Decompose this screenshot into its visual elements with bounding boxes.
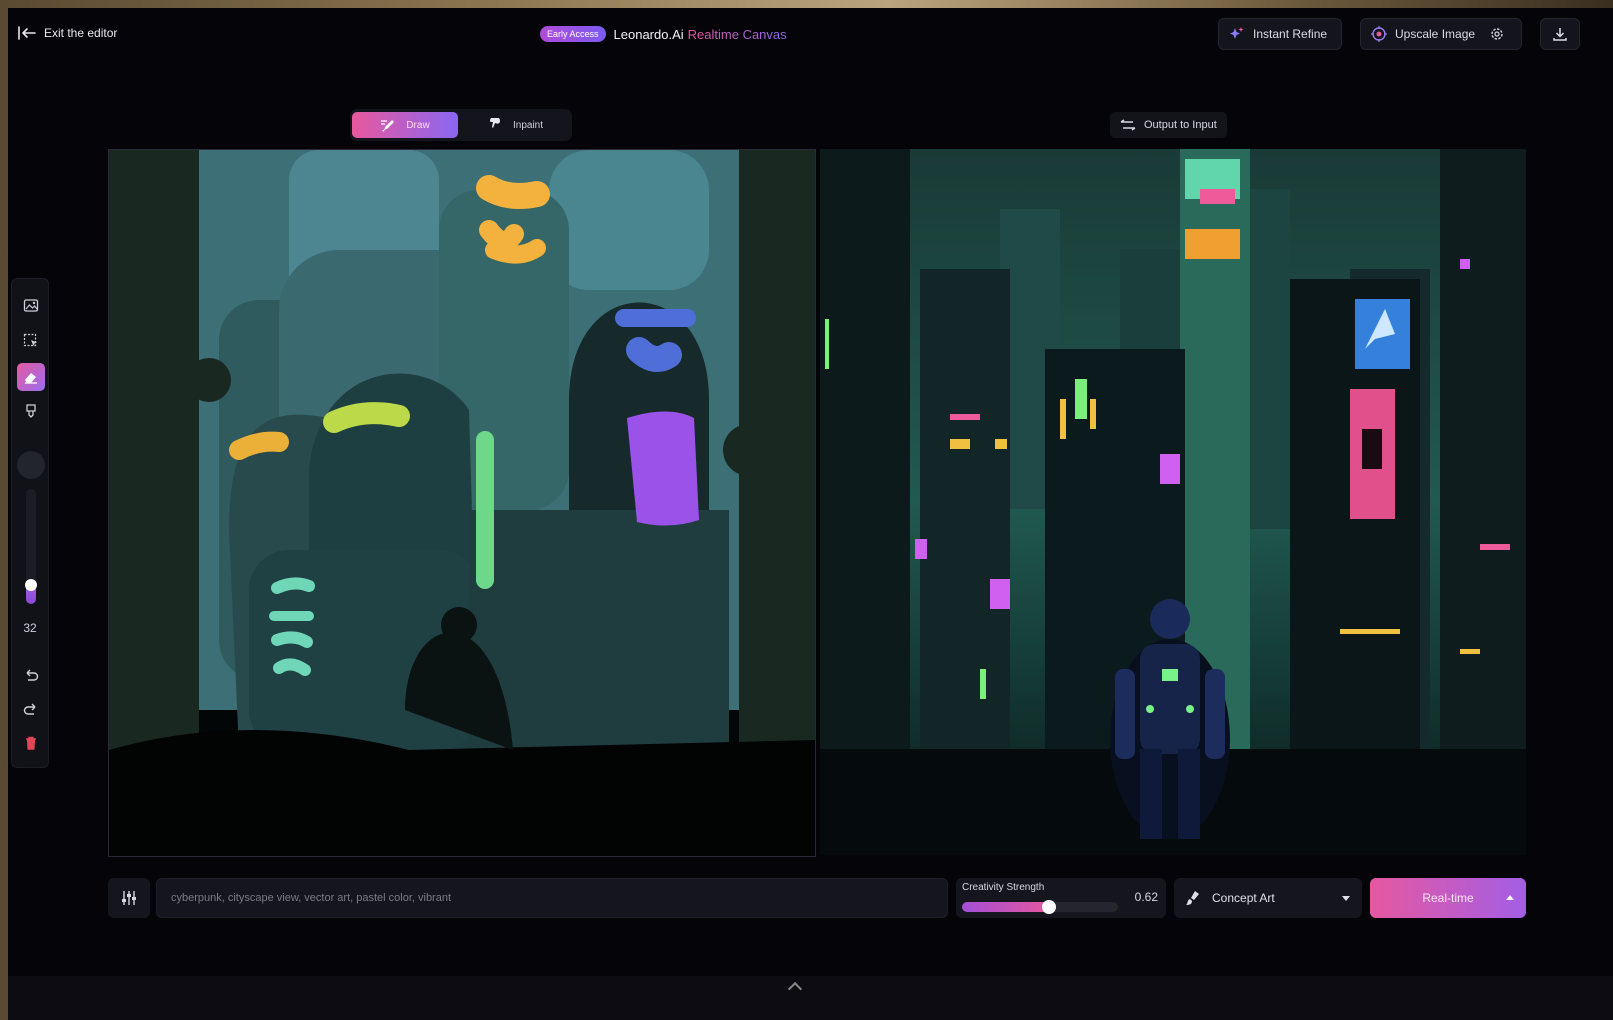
tab-draw[interactable]: Draw bbox=[352, 112, 458, 138]
instant-refine-label: Instant Refine bbox=[1253, 27, 1328, 41]
drawing-canvas[interactable] bbox=[108, 149, 816, 857]
output-to-input-label: Output to Input bbox=[1144, 119, 1217, 131]
app-title: Early Access Leonardo.Ai Realtime Canvas bbox=[540, 26, 787, 42]
redo-icon bbox=[23, 703, 36, 715]
paintbrush-icon bbox=[1186, 891, 1199, 905]
left-toolbar: 32 bbox=[11, 278, 49, 768]
brand-product: Realtime Canvas bbox=[687, 26, 787, 42]
exit-arrow-icon bbox=[18, 26, 36, 40]
download-button[interactable] bbox=[1540, 18, 1580, 50]
swap-arrows-icon bbox=[1120, 119, 1136, 131]
tool-eraser-brush[interactable] bbox=[17, 363, 45, 391]
creativity-strength-slider[interactable] bbox=[962, 900, 1118, 914]
redo-button[interactable] bbox=[17, 695, 45, 723]
exit-editor-button[interactable]: Exit the editor bbox=[18, 26, 117, 40]
undo-button[interactable] bbox=[17, 661, 45, 689]
brush-icon bbox=[381, 120, 395, 132]
cyberpunk-city-artwork bbox=[820, 149, 1526, 855]
app-window: Exit the editor Early Access Leonardo.Ai… bbox=[8, 8, 1613, 1020]
trash-icon bbox=[26, 736, 36, 750]
tab-inpaint[interactable]: Inpaint bbox=[462, 112, 568, 138]
brush-size-value: 32 bbox=[23, 621, 37, 635]
brush-preview bbox=[17, 451, 45, 479]
instant-refine-button[interactable]: Instant Refine bbox=[1218, 18, 1342, 50]
sliders-icon bbox=[122, 891, 136, 905]
early-access-badge: Early Access bbox=[540, 26, 606, 42]
tool-image-upload[interactable] bbox=[17, 291, 45, 319]
download-icon bbox=[1553, 28, 1567, 41]
output-to-input-button[interactable]: Output to Input bbox=[1110, 112, 1227, 138]
sketch-artwork bbox=[109, 150, 815, 856]
realtime-button[interactable]: Real-time bbox=[1370, 878, 1526, 918]
upscale-icon bbox=[1371, 26, 1387, 42]
select-icon bbox=[23, 333, 37, 347]
mode-toggle: Draw Inpaint bbox=[350, 109, 572, 141]
delete-button[interactable] bbox=[17, 729, 45, 757]
creativity-strength-knob[interactable] bbox=[1042, 900, 1057, 914]
creativity-strength-value: 0.62 bbox=[1134, 890, 1158, 904]
chevron-up-icon[interactable] bbox=[1506, 895, 1514, 900]
eraser-brush-icon bbox=[25, 373, 37, 384]
brush-size-slider[interactable] bbox=[25, 489, 37, 604]
tab-draw-label: Draw bbox=[406, 119, 430, 131]
upscale-image-label: Upscale Image bbox=[1395, 27, 1476, 41]
brand-name: Leonardo.Ai bbox=[613, 26, 684, 42]
creativity-strength-fill bbox=[962, 902, 1050, 912]
style-dropdown[interactable]: Concept Art bbox=[1174, 878, 1362, 918]
generated-output-image bbox=[820, 149, 1526, 855]
undo-icon bbox=[26, 669, 39, 681]
style-selected-label: Concept Art bbox=[1212, 891, 1275, 905]
tab-inpaint-label: Inpaint bbox=[512, 119, 544, 131]
upscale-image-button[interactable]: Upscale Image bbox=[1360, 18, 1522, 50]
prompt-settings-button[interactable] bbox=[108, 878, 150, 918]
image-upload-icon bbox=[23, 299, 39, 312]
exit-editor-label: Exit the editor bbox=[44, 26, 118, 40]
chevron-down-icon bbox=[1342, 895, 1350, 901]
gear-icon[interactable] bbox=[1489, 26, 1505, 42]
fill-icon bbox=[26, 404, 36, 418]
expand-panel-icon[interactable] bbox=[787, 981, 803, 997]
creativity-strength-label: Creativity Strength bbox=[962, 882, 1045, 893]
inpaint-icon bbox=[489, 118, 500, 128]
sparkle-icon bbox=[1230, 27, 1244, 39]
prompt-input[interactable] bbox=[156, 878, 948, 918]
bottom-panel-bar bbox=[8, 976, 1613, 1020]
realtime-label: Real-time bbox=[1422, 891, 1474, 905]
creativity-strength-control[interactable]: Creativity Strength 0.62 bbox=[956, 878, 1166, 918]
tool-select[interactable] bbox=[17, 327, 45, 355]
tool-fill[interactable] bbox=[17, 397, 45, 425]
brush-size-knob[interactable] bbox=[25, 578, 37, 591]
